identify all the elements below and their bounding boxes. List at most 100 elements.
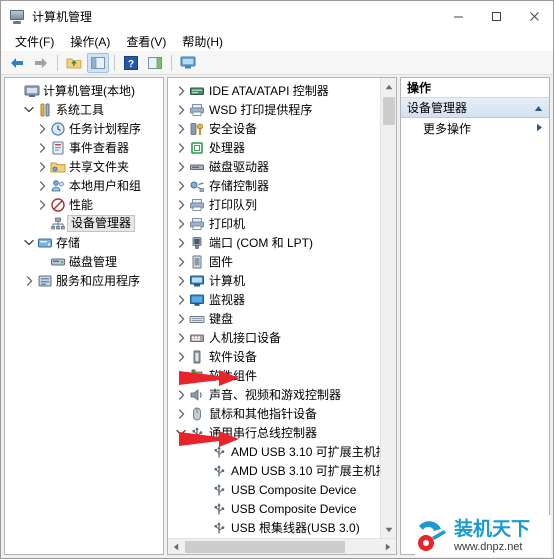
- device-tree-item-0[interactable]: IDE ATA/ATAPI 控制器: [168, 81, 396, 100]
- device-tree-item-2[interactable]: 安全设备: [168, 119, 396, 138]
- forward-button[interactable]: [30, 53, 52, 73]
- chevron-right-icon[interactable]: [174, 195, 188, 214]
- up-one-level-button[interactable]: [63, 53, 85, 73]
- usb-icon: [210, 518, 228, 537]
- menu-view[interactable]: 查看(V): [118, 32, 174, 51]
- menu-file[interactable]: 文件(F): [7, 32, 62, 51]
- console-tree-item-0[interactable]: 计算机管理(本地): [5, 81, 163, 100]
- minimize-button[interactable]: [439, 1, 477, 31]
- chevron-right-icon[interactable]: [174, 81, 188, 100]
- chevron-right-icon[interactable]: [174, 404, 188, 423]
- device-tree-item-19[interactable]: AMD USB 3.10 可扩展主机控制器 - 1.: [168, 442, 396, 461]
- device-tree-item-12[interactable]: 键盘: [168, 309, 396, 328]
- chevron-right-icon[interactable]: [174, 347, 188, 366]
- close-button[interactable]: [515, 1, 553, 31]
- chevron-right-icon[interactable]: [174, 157, 188, 176]
- console-tree-item-5[interactable]: 本地用户和组: [5, 176, 163, 195]
- device-tree-item-8[interactable]: 端口 (COM 和 LPT): [168, 233, 396, 252]
- chevron-right-icon[interactable]: [174, 214, 188, 233]
- console-tree-item-4[interactable]: 共享文件夹: [5, 157, 163, 176]
- chevron-right-icon[interactable]: [35, 138, 49, 157]
- scroll-right-arrow-icon[interactable]: [380, 539, 396, 554]
- chevron-right-icon[interactable]: [174, 252, 188, 271]
- console-tree-item-9[interactable]: 磁盘管理: [5, 252, 163, 271]
- chevron-down-icon[interactable]: [22, 233, 36, 252]
- chevron-right-icon[interactable]: [174, 138, 188, 157]
- device-tree-item-5[interactable]: 存储控制器: [168, 176, 396, 195]
- device-tree-item-7[interactable]: 打印机: [168, 214, 396, 233]
- console-tree-item-8[interactable]: 存储: [5, 233, 163, 252]
- device-tree-item-1[interactable]: WSD 打印提供程序: [168, 100, 396, 119]
- chevron-right-icon[interactable]: [174, 271, 188, 290]
- maximize-button[interactable]: [477, 1, 515, 31]
- security-device-icon: [188, 119, 206, 138]
- collapse-arrow-icon[interactable]: [534, 101, 543, 115]
- actions-item-more-actions[interactable]: 更多操作: [401, 118, 549, 138]
- site-watermark: 装机天下 www.dnpz.net: [415, 515, 551, 557]
- device-tree-item-18[interactable]: 通用串行总线控制器: [168, 423, 396, 442]
- actions-section-device-manager[interactable]: 设备管理器: [401, 98, 549, 118]
- show-hide-console-tree-button[interactable]: [87, 52, 109, 73]
- device-tree-item-label: AMD USB 3.10 可扩展主机控制器 - 1.: [231, 464, 396, 478]
- console-tree-item-6[interactable]: 性能: [5, 195, 163, 214]
- properties-button[interactable]: [144, 53, 166, 73]
- chevron-right-icon[interactable]: [35, 119, 49, 138]
- chevron-right-icon[interactable]: [35, 176, 49, 195]
- scroll-left-arrow-icon[interactable]: [168, 539, 184, 555]
- console-tree-item-7[interactable]: 设备管理器: [5, 214, 163, 233]
- vertical-scrollbar-thumb[interactable]: [383, 97, 395, 125]
- device-tree-item-17[interactable]: 鼠标和其他指针设备: [168, 404, 396, 423]
- submenu-arrow-icon[interactable]: [536, 123, 543, 134]
- device-tree-item-9[interactable]: 固件: [168, 252, 396, 271]
- dnpz-logo-icon: [418, 521, 446, 551]
- menu-help[interactable]: 帮助(H): [174, 32, 231, 51]
- scroll-up-arrow-icon[interactable]: [381, 78, 396, 95]
- device-tree-item-label: WSD 打印提供程序: [209, 103, 313, 117]
- device-tree-vertical-scrollbar[interactable]: [380, 78, 396, 538]
- chevron-right-icon[interactable]: [174, 233, 188, 252]
- title-bar-left: 计算机管理: [1, 8, 92, 25]
- device-tree-scroll-area: IDE ATA/ATAPI 控制器 WSD 打印提供程序安全设备 处理器 磁盘驱动器存…: [168, 78, 396, 538]
- actions-section-label: 设备管理器: [407, 101, 468, 115]
- device-tree-item-10[interactable]: 计算机: [168, 271, 396, 290]
- chevron-down-icon[interactable]: [174, 423, 188, 442]
- device-tree-item-3[interactable]: 处理器: [168, 138, 396, 157]
- device-tree-item-4[interactable]: 磁盘驱动器: [168, 157, 396, 176]
- scroll-down-arrow-icon[interactable]: [381, 521, 396, 538]
- device-tree-item-11[interactable]: 监视器: [168, 290, 396, 309]
- console-tree-item-3[interactable]: 事件查看器: [5, 138, 163, 157]
- horizontal-scrollbar-thumb[interactable]: [185, 541, 345, 553]
- main-body: 计算机管理(本地) 系统工具 任务计划程序 事件查看器 共享文件夹 本地用户和组 性能 设备管…: [1, 75, 553, 558]
- chevron-right-icon[interactable]: [35, 157, 49, 176]
- device-tree-item-6[interactable]: 打印队列: [168, 195, 396, 214]
- console-tree-item-2[interactable]: 任务计划程序: [5, 119, 163, 138]
- chevron-right-icon[interactable]: [35, 195, 49, 214]
- menu-action[interactable]: 操作(A): [62, 32, 118, 51]
- device-tree-horizontal-scrollbar[interactable]: [168, 538, 396, 554]
- chevron-down-icon[interactable]: [22, 100, 36, 119]
- chevron-right-icon[interactable]: [22, 271, 36, 290]
- scan-hardware-changes-button[interactable]: [177, 53, 199, 73]
- chevron-right-icon[interactable]: [174, 366, 188, 385]
- device-tree-item-13[interactable]: 人机接口设备: [168, 328, 396, 347]
- back-button[interactable]: [6, 53, 28, 73]
- console-tree-item-1[interactable]: 系统工具: [5, 100, 163, 119]
- device-tree-item-22[interactable]: USB Composite Device: [168, 499, 396, 518]
- device-tree-item-16[interactable]: 声音、视频和游戏控制器: [168, 385, 396, 404]
- chevron-right-icon[interactable]: [174, 119, 188, 138]
- device-tree-item-15[interactable]: 软件组件: [168, 366, 396, 385]
- device-tree-pane: IDE ATA/ATAPI 控制器 WSD 打印提供程序安全设备 处理器 磁盘驱动器存…: [167, 77, 397, 555]
- chevron-right-icon[interactable]: [174, 290, 188, 309]
- console-tree-item-10[interactable]: 服务和应用程序: [5, 271, 163, 290]
- chevron-right-icon[interactable]: [174, 176, 188, 195]
- device-tree-item-14[interactable]: 软件设备: [168, 347, 396, 366]
- chevron-right-icon[interactable]: [174, 100, 188, 119]
- device-tree-item-20[interactable]: AMD USB 3.10 可扩展主机控制器 - 1.: [168, 461, 396, 480]
- chevron-right-icon[interactable]: [174, 328, 188, 347]
- chevron-right-icon[interactable]: [174, 309, 188, 328]
- title-bar: 计算机管理: [1, 1, 553, 31]
- device-tree-item-21[interactable]: USB Composite Device: [168, 480, 396, 499]
- help-button[interactable]: ?: [120, 53, 142, 73]
- chevron-right-icon[interactable]: [174, 385, 188, 404]
- device-tree-item-23[interactable]: USB 根集线器(USB 3.0): [168, 518, 396, 537]
